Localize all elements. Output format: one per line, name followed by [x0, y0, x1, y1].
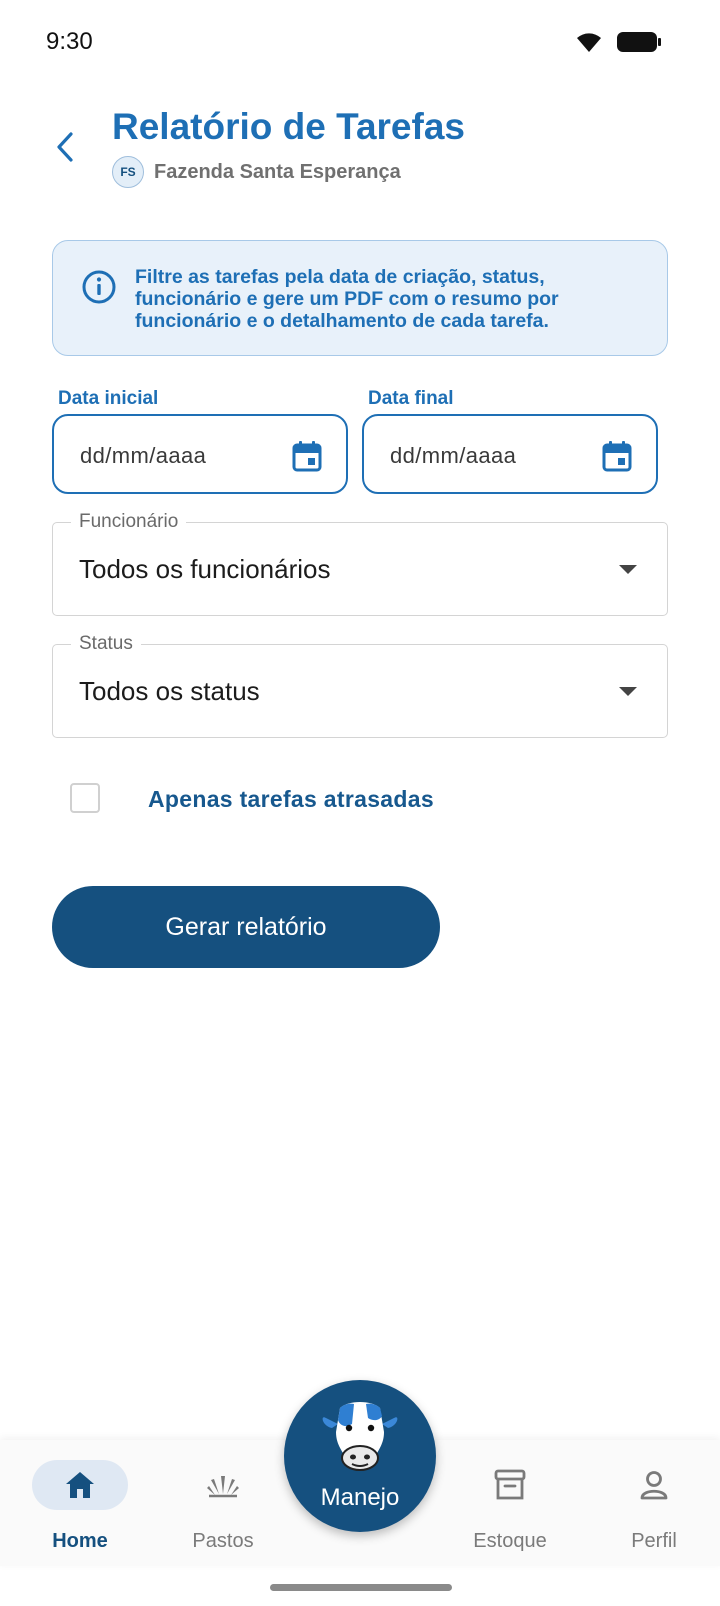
generate-report-button[interactable]: Gerar relatório: [52, 886, 440, 968]
status-select-value: Todos os status: [79, 676, 260, 706]
home-indicator: [270, 1584, 452, 1591]
dropdown-arrow-icon: [619, 687, 637, 696]
nav-perfil-pill: [606, 1460, 702, 1510]
person-icon: [640, 1471, 668, 1500]
nav-home-pill: [32, 1460, 128, 1510]
grass-icon: [207, 1476, 239, 1498]
battery-icon: [617, 32, 661, 52]
manejo-fab-label: Manejo: [320, 1484, 400, 1511]
status-select[interactable]: Status Todos os status: [52, 633, 668, 738]
info-icon: [82, 270, 116, 304]
manejo-fab-button[interactable]: Manejo: [284, 1380, 436, 1532]
chevron-left-icon: [57, 132, 73, 162]
nav-estoque-pill: [462, 1460, 558, 1510]
archive-icon: [494, 1469, 526, 1500]
start-date-placeholder: dd/mm/aaaa: [80, 443, 207, 468]
home-icon: [66, 1472, 94, 1498]
overdue-checkbox-label[interactable]: Apenas tarefas atrasadas: [148, 786, 434, 813]
employee-select-label: Funcionário: [71, 511, 187, 533]
employee-select[interactable]: Funcionário Todos os funcionários: [52, 511, 668, 616]
overdue-checkbox[interactable]: [70, 783, 100, 813]
page-title: Relatório de Tarefas: [112, 106, 465, 147]
info-text: Filtre as tarefas pela data de criação, …: [135, 266, 559, 332]
end-date-field[interactable]: dd/mm/aaaa: [362, 414, 658, 494]
status-bar: 9:30: [0, 0, 720, 88]
nav-item-perfil[interactable]: Perfil: [594, 1440, 714, 1566]
status-select-label: Status: [71, 633, 141, 655]
status-icons: [574, 30, 662, 54]
end-date-placeholder: dd/mm/aaaa: [390, 443, 517, 468]
nav-home-label: Home: [52, 1530, 108, 1552]
back-button[interactable]: [44, 126, 86, 168]
end-date-label: Data final: [368, 388, 454, 409]
farm-name: Fazenda Santa Esperança: [154, 160, 401, 183]
cow-icon: [322, 1402, 398, 1471]
nav-perfil-label: Perfil: [631, 1530, 677, 1552]
start-date-field[interactable]: dd/mm/aaaa: [52, 414, 348, 494]
nav-item-home[interactable]: Home: [20, 1440, 140, 1566]
nav-estoque-label: Estoque: [473, 1530, 547, 1552]
nav-pastos-label: Pastos: [192, 1530, 254, 1552]
page-header: Relatório de Tarefas FS Fazenda Santa Es…: [0, 100, 720, 200]
nav-item-pastos[interactable]: Pastos: [163, 1440, 283, 1566]
nav-item-estoque[interactable]: Estoque: [450, 1440, 570, 1566]
info-card: Filtre as tarefas pela data de criação, …: [52, 240, 668, 356]
start-date-label: Data inicial: [58, 388, 159, 409]
wifi-icon: [577, 33, 601, 52]
farm-avatar: FS: [112, 156, 144, 188]
nav-pastos-pill: [175, 1460, 271, 1510]
calendar-icon[interactable]: [602, 440, 632, 472]
dropdown-arrow-icon: [619, 565, 637, 574]
employee-select-value: Todos os funcionários: [79, 554, 331, 584]
status-time: 9:30: [46, 28, 93, 55]
farm-selector: FS Fazenda Santa Esperança: [112, 156, 401, 188]
calendar-icon[interactable]: [292, 440, 322, 472]
